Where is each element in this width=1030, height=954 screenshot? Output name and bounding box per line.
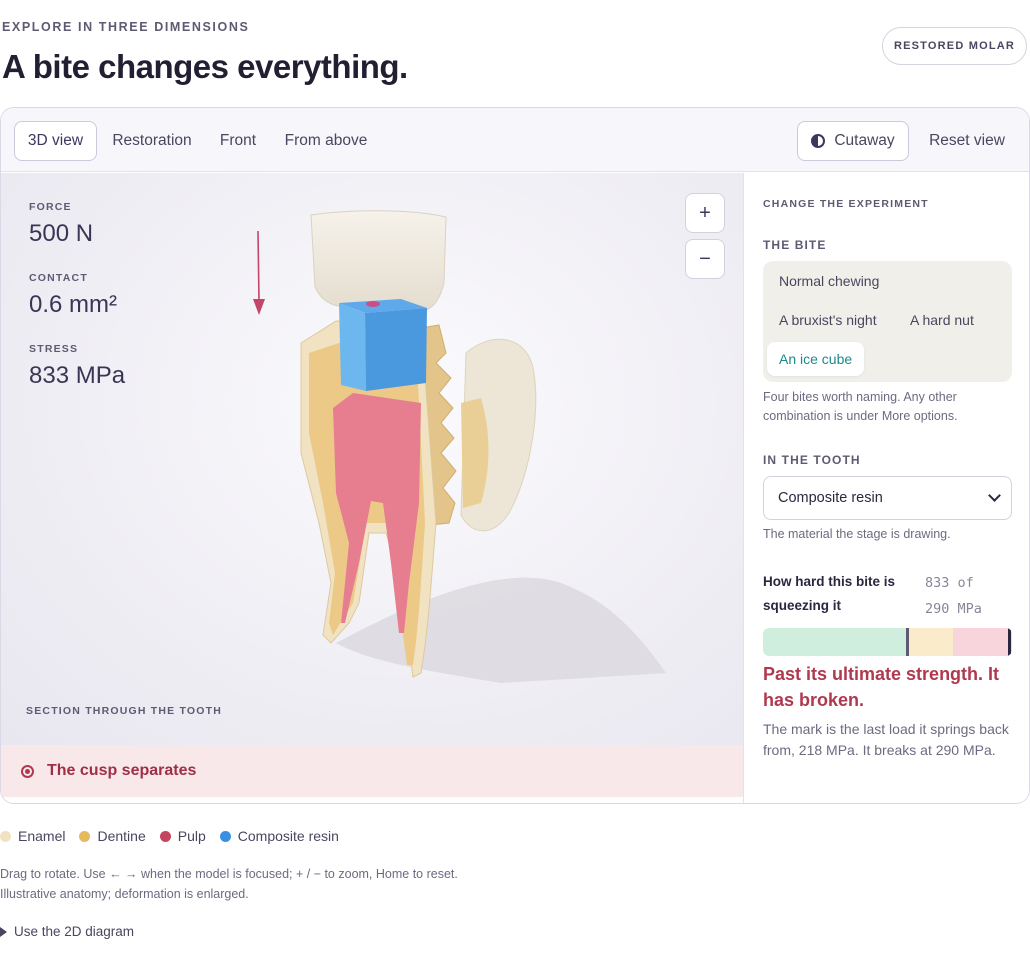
stress-meter <box>763 628 1012 656</box>
dentine-swatch <box>79 830 91 842</box>
section-label: SECTION THROUGH THE TOOTH <box>26 705 223 717</box>
strength-note: The mark is the last load it springs bac… <box>763 721 1009 758</box>
meter-safe-zone <box>763 628 906 656</box>
meter-fail-zone <box>953 628 1012 656</box>
footnote: Drag to rotate. Use ← → when the model i… <box>0 864 458 904</box>
zoom-in-button[interactable]: + <box>685 193 725 233</box>
experiment-panel: CHANGE THE EXPERIMENT THE BITE Normal ch… <box>743 173 1029 803</box>
tooth-shadow <box>336 577 666 683</box>
eyebrow: EXPLORE IN THREE DIMENSIONS <box>2 20 250 34</box>
tab-3d-view[interactable]: 3D view <box>14 121 97 161</box>
meter-current-mark <box>1008 628 1011 656</box>
meter-reading-bottom: 290 MPa <box>925 601 982 617</box>
meter-label: How hard this bite is squeezing it <box>763 574 896 613</box>
pulp-swatch <box>159 830 171 842</box>
bite-option-normal-chewing[interactable]: Normal chewing <box>767 264 891 298</box>
disclosure-triangle-icon <box>0 926 7 937</box>
legend-label: Pulp <box>177 828 206 844</box>
legend: Enamel Dentine Pulp Composite resin <box>0 828 353 844</box>
toolbar: 3D view Restoration Front From above Cut… <box>1 108 1029 172</box>
resin-side <box>365 308 427 391</box>
force-arrow-line <box>257 230 260 302</box>
model-stage[interactable]: FORCE 500 N CONTACT 0.6 mm² STRESS 833 M… <box>1 173 743 745</box>
bite-help: Four bites worth naming. Any other combi… <box>763 390 958 423</box>
panel-eyebrow: CHANGE THE EXPERIMENT <box>763 198 929 210</box>
diagram-toggle-label: Use the 2D diagram <box>14 924 135 939</box>
bite-option-hard-nut[interactable]: A hard nut <box>898 303 986 337</box>
alert-text: The cusp separates <box>47 762 197 779</box>
tooth-model[interactable] <box>241 203 681 703</box>
restored-molar-pill[interactable]: RESTORED MOLAR <box>882 27 1027 65</box>
target-icon <box>21 764 34 778</box>
page-title: A bite changes everything. <box>2 48 408 85</box>
meter-reading-top: 833 of <box>925 575 974 591</box>
bite-options: Normal chewing A bruxist's night A hard … <box>763 261 1012 382</box>
zoom-out-button[interactable]: − <box>685 239 725 279</box>
material-help: The material the stage is drawing. <box>763 527 951 541</box>
legend-label: Composite resin <box>237 828 339 844</box>
tab-restoration[interactable]: Restoration <box>101 121 203 161</box>
tab-from-above[interactable]: From above <box>273 121 379 161</box>
reset-view-button[interactable]: Reset view <box>915 121 1019 161</box>
half-circle-icon <box>811 134 826 148</box>
legend-label: Dentine <box>97 828 146 844</box>
legend-item: Composite resin <box>219 828 339 844</box>
meter-yield-mark <box>906 628 909 656</box>
tab-front[interactable]: Front <box>207 121 269 161</box>
bite-option-ice-cube[interactable]: An ice cube <box>767 342 865 376</box>
force-label: FORCE <box>29 201 72 213</box>
resin-front <box>339 303 366 391</box>
bite-heading: THE BITE <box>763 238 827 252</box>
force-arrow-head <box>253 299 265 315</box>
legend-item: Pulp <box>159 828 206 844</box>
material-value: Composite resin <box>778 490 883 506</box>
explorer-card: 3D view Restoration Front From above Cut… <box>0 107 1030 804</box>
resin-swatch <box>219 830 231 842</box>
enamel-swatch <box>0 830 11 842</box>
tooth-heading: IN THE TOOTH <box>763 453 861 467</box>
cutaway-button[interactable]: Cutaway <box>797 121 909 161</box>
contact-label: CONTACT <box>29 272 88 284</box>
contact-value: 0.6 mm² <box>29 291 118 318</box>
force-value: 500 N <box>29 220 94 247</box>
legend-item: Dentine <box>79 828 146 844</box>
legend-label: Enamel <box>18 828 66 844</box>
bite-option-bruxist[interactable]: A bruxist's night <box>767 303 889 337</box>
meter-reading: 833 of 290 MPa <box>925 570 1015 622</box>
stress-label: STRESS <box>29 343 79 355</box>
footnote-controls: Drag to rotate. Use ← → when the model i… <box>0 867 458 881</box>
footnote-disclaimer: Illustrative anatomy; deformation is enl… <box>0 887 249 901</box>
chevron-down-icon <box>988 489 1001 502</box>
legend-item: Enamel <box>0 828 65 844</box>
material-select[interactable]: Composite resin <box>763 476 1012 520</box>
verdict: Past its ultimate strength. It has broke… <box>763 664 1000 710</box>
stress-value: 833 MPa <box>29 362 126 389</box>
opposing-cusp <box>310 210 447 313</box>
contact-point <box>366 301 380 307</box>
cutaway-label: Cutaway <box>834 132 895 149</box>
meter-yield-zone <box>906 628 953 656</box>
status-alert: The cusp separates <box>1 745 743 797</box>
diagram-toggle[interactable]: Use the 2D diagram <box>0 924 134 939</box>
